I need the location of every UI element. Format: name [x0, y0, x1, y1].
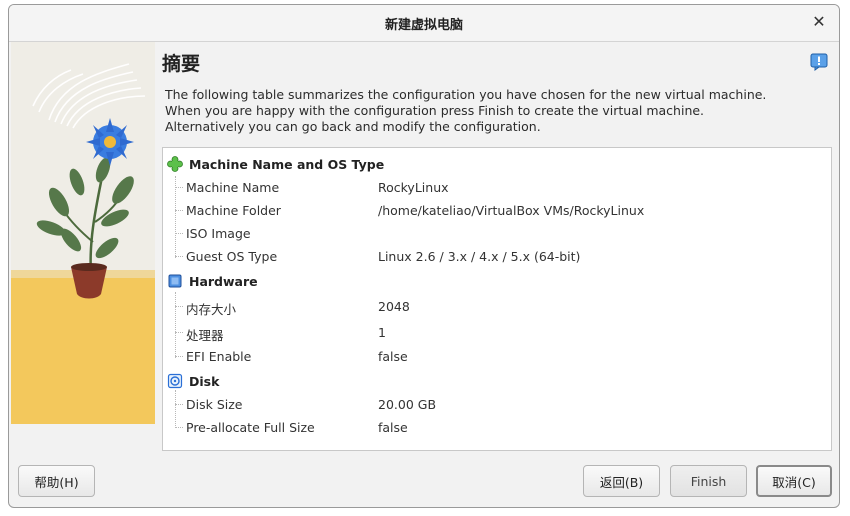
group-machine-name-os-type[interactable]: Machine Name and OS Type: [167, 154, 384, 174]
finish-button[interactable]: Finish: [670, 465, 747, 497]
group-title: Hardware: [189, 273, 258, 289]
group-title: Disk: [189, 373, 220, 389]
close-icon[interactable]: ✕: [809, 12, 829, 32]
group-title: Machine Name and OS Type: [189, 156, 385, 172]
row-value: 1: [378, 325, 386, 340]
summary-row[interactable]: Machine Name RockyLinux: [163, 178, 831, 198]
row-value: Linux 2.6 / 3.x / 4.x / 5.x (64-bit): [378, 249, 581, 264]
row-key: Machine Folder: [186, 203, 281, 218]
summary-row[interactable]: Machine Folder /home/kateliao/VirtualBox…: [163, 201, 831, 221]
row-value: false: [378, 349, 408, 364]
row-key: EFI Enable: [186, 349, 252, 364]
group-hardware[interactable]: Hardware: [167, 271, 258, 291]
chip-icon: [168, 274, 182, 288]
title-bar: 新建虚拟电脑 ✕: [9, 5, 839, 42]
row-key: 内存大小: [186, 302, 237, 317]
group-disk[interactable]: Disk: [167, 371, 219, 391]
row-key: Guest OS Type: [186, 249, 278, 264]
new-vm-dialog: 新建虚拟电脑 ✕ 摘要 The following table summariz…: [8, 4, 840, 508]
cancel-button[interactable]: 取消(C): [756, 465, 832, 497]
row-key: Disk Size: [186, 397, 243, 412]
summary-row[interactable]: EFI Enable false: [163, 347, 831, 367]
row-key: Pre-allocate Full Size: [186, 420, 315, 435]
summary-row[interactable]: ISO Image: [163, 224, 831, 244]
help-button[interactable]: 帮助(H): [18, 465, 95, 497]
summary-row[interactable]: 内存大小 2048: [163, 297, 831, 317]
window-title: 新建虚拟电脑: [384, 18, 463, 33]
summary-description: The following table summarizes the confi…: [165, 87, 805, 135]
description-line: When you are happy with the configuratio…: [165, 103, 705, 118]
row-value: 2048: [378, 299, 410, 314]
summary-row[interactable]: Pre-allocate Full Size false: [163, 418, 831, 438]
row-value: false: [378, 420, 408, 435]
row-key: ISO Image: [186, 226, 251, 241]
row-key: 处理器: [186, 328, 224, 343]
row-value: 20.00 GB: [378, 397, 437, 412]
disk-icon: [167, 373, 183, 389]
summary-row[interactable]: Disk Size 20.00 GB: [163, 395, 831, 415]
puzzle-icon: [167, 156, 183, 172]
description-line: Alternatively you can go back and modify…: [165, 119, 541, 134]
page-title: 摘要: [162, 53, 201, 75]
description-line: The following table summarizes the confi…: [165, 87, 767, 102]
summary-tree[interactable]: Machine Name and OS Type Machine Name Ro…: [162, 147, 832, 451]
summary-row[interactable]: 处理器 1: [163, 323, 831, 343]
row-value: /home/kateliao/VirtualBox VMs/RockyLinux: [378, 203, 645, 218]
summary-row[interactable]: Guest OS Type Linux 2.6 / 3.x / 4.x / 5.…: [163, 247, 831, 267]
plant-illustration: [11, 42, 155, 424]
help-icon[interactable]: [810, 53, 828, 71]
row-value: RockyLinux: [378, 180, 449, 195]
back-button[interactable]: 返回(B): [583, 465, 660, 497]
row-key: Machine Name: [186, 180, 280, 195]
